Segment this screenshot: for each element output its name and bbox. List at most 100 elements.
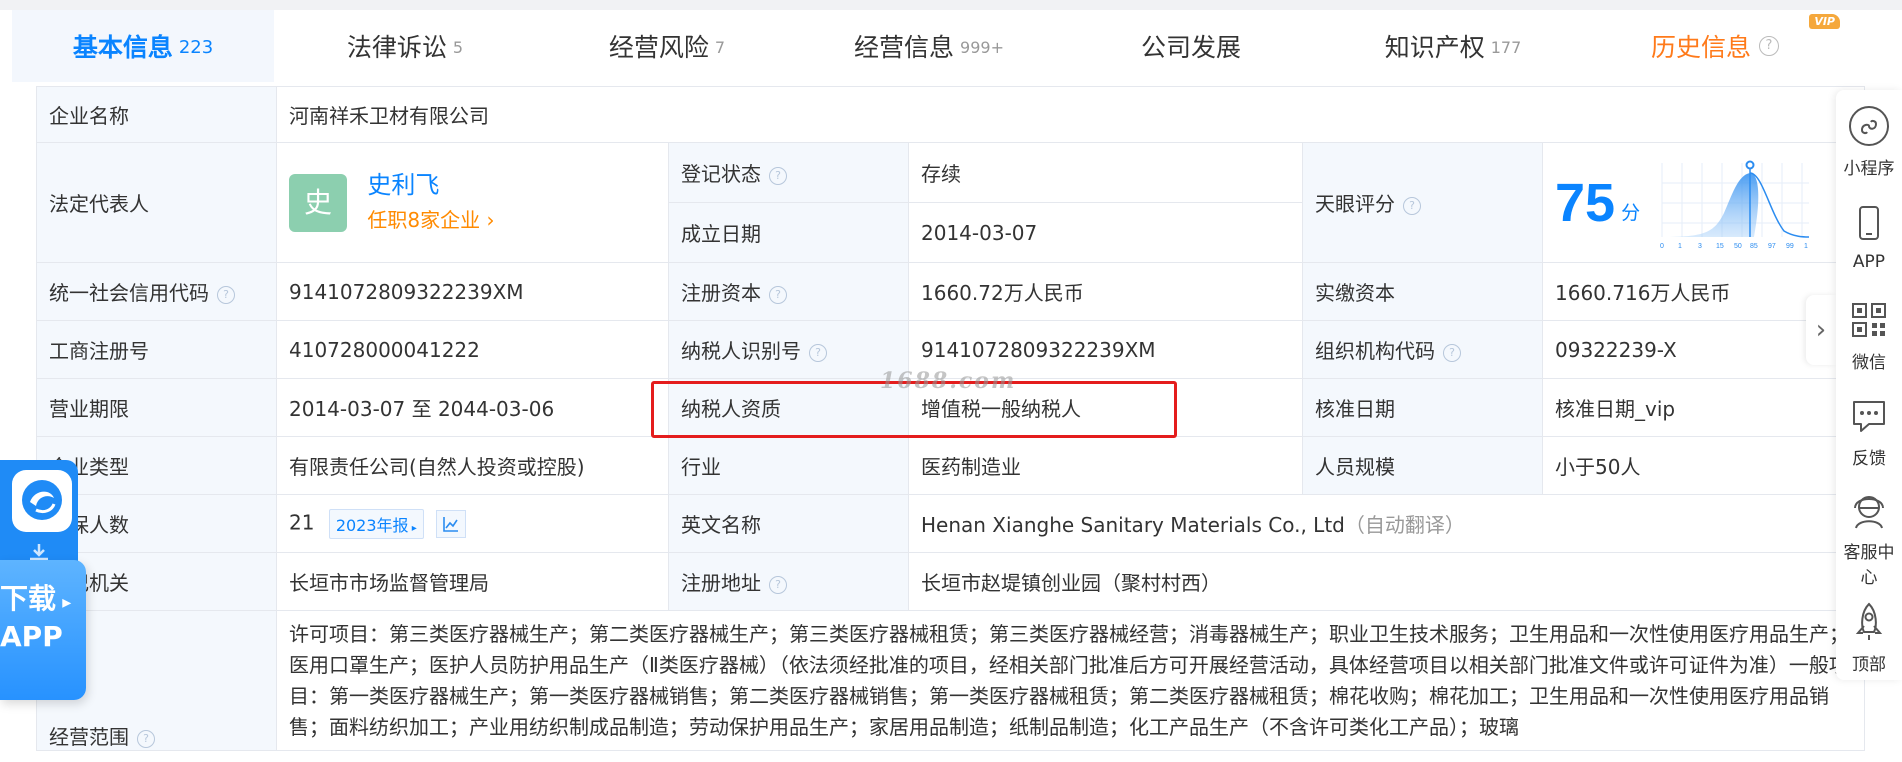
phone-icon [1859, 206, 1879, 240]
help-icon[interactable]: ? [769, 166, 787, 185]
label-address: 注册地址? [668, 552, 909, 611]
label-text: 登记状态 [681, 162, 761, 186]
biz-no-value[interactable]: 410728000041222 [276, 320, 669, 379]
help-icon[interactable]: ? [217, 285, 235, 304]
sidebar-item-label: 客服中心 [1843, 543, 1895, 588]
sidebar-item-service[interactable]: 客服中心 [1836, 488, 1902, 588]
tab-basic-info[interactable]: 基本信息 223 [12, 10, 274, 82]
annual-report-label: 2023年报 [335, 515, 409, 535]
download-arrow-icon [30, 544, 48, 561]
tab-legal[interactable]: 法律诉讼 5 [274, 10, 536, 82]
label-reg-capital: 注册资本? [668, 262, 909, 321]
tab-count: 5 [452, 37, 464, 57]
label-term: 营业期限 [36, 378, 277, 437]
tab-count: 177 [1490, 37, 1522, 57]
table-row: 法定代表人 史 史利飞 任职8家企业 › 登记状态? 存续 天眼评分? 75 分 [36, 142, 1865, 263]
auto-translate-note: （自动翻译） [1344, 513, 1465, 537]
score-curve-chart: 0 1 3 15 50 85 97 99 1 [1660, 160, 1810, 250]
scope-value: 许可项目：第三类医疗器械生产；第二类医疗器械生产；第三类医疗器械租赁；第三类医疗… [276, 610, 1865, 751]
tab-ip[interactable]: 知识产权 177 [1322, 10, 1584, 82]
label-score: 天眼评分? [1302, 142, 1543, 263]
sidebar-item-mini-program[interactable]: 小程序 [1836, 104, 1902, 179]
tab-label: 公司发展 [1140, 33, 1241, 62]
score-cell[interactable]: 75 分 0 1 3 15 50 85 97 99 1 [1542, 142, 1865, 263]
label-staff-size: 人员规模 [1302, 436, 1543, 495]
help-icon[interactable]: ? [769, 575, 787, 594]
insured-value: 21 [289, 510, 315, 534]
label-english-name: 英文名称 [668, 494, 909, 553]
sidebar-item-feedback[interactable]: 反馈 [1836, 394, 1902, 469]
tab-history[interactable]: VIP 历史信息 ? [1584, 10, 1846, 82]
avatar[interactable]: 史 [289, 173, 347, 232]
label-text: 注册资本 [681, 281, 761, 305]
score-axis-tick: 85 [1750, 243, 1758, 250]
score-axis-tick: 99 [1786, 243, 1794, 250]
app-logo [12, 470, 72, 532]
score-axis-tick: 15 [1716, 243, 1724, 250]
sidebar-item-wechat[interactable]: 微信 [1836, 298, 1902, 373]
download-app-widget[interactable]: 下载 ▸ APP [0, 460, 90, 700]
right-sidebar: 小程序 APP 微信 反馈 客服中心 顶部 [1836, 90, 1902, 680]
sidebar-item-label: 微信 [1852, 353, 1886, 373]
chevron-right-icon: › [1815, 315, 1827, 345]
qr-code-icon [1852, 303, 1886, 337]
tab-label: 经营信息 [854, 33, 955, 62]
tab-development[interactable]: 公司发展 [1060, 10, 1322, 82]
staff-size-value: 小于50人 [1542, 436, 1865, 495]
tab-label: 经营风险 [608, 33, 709, 62]
help-icon[interactable]: ? [1403, 196, 1421, 215]
legal-rep-name[interactable]: 史利飞 [367, 171, 439, 199]
label-paid-capital: 实缴资本 [1302, 262, 1543, 321]
table-row: 登记机关 长垣市市场监督管理局 注册地址? 长垣市赵堤镇创业园（聚村村西） [36, 552, 1865, 611]
term-value: 2014-03-07 至 2044-03-06 [276, 378, 669, 437]
app-logo-icon [22, 480, 62, 520]
score-display: 75 分 0 1 3 15 50 85 97 99 1 [1555, 153, 1852, 253]
watermark: 1688.com [880, 368, 1017, 394]
sidebar-item-back-to-top[interactable]: 顶部 [1836, 600, 1902, 675]
company-type-value: 有限责任公司(自然人投资或控股) [276, 436, 669, 495]
headset-icon [1854, 496, 1884, 529]
table-row: 经营范围? 许可项目：第三类医疗器械生产；第二类医疗器械生产；第三类医疗器械租赁… [36, 610, 1865, 751]
trend-chart-button[interactable] [436, 509, 467, 538]
sidebar-collapse-button[interactable]: › [1806, 295, 1836, 365]
score-axis-tick: 97 [1768, 243, 1776, 250]
label-biz-no: 工商注册号 [36, 320, 277, 379]
label-text: 经营范围 [49, 725, 129, 749]
sidebar-item-app[interactable]: APP [1836, 202, 1902, 272]
annual-report-button[interactable]: 2023年报 ▸ [328, 508, 424, 539]
caret-right-icon: ▸ [408, 522, 417, 534]
tab-business[interactable]: 经营信息 999+ [798, 10, 1060, 82]
insured-cell: 21 2023年报 ▸ [276, 494, 669, 553]
table-row: 参保人数 21 2023年报 ▸ 英文名称 Henan Xianghe Sani… [36, 494, 1865, 553]
credit-code-value[interactable]: 9141072809322239XM [276, 262, 669, 321]
tab-bar: 基本信息 223 法律诉讼 5 经营风险 7 经营信息 999+ 公司发展 知识… [12, 10, 1892, 82]
legal-rep-cell: 史 史利飞 任职8家企业 › [276, 142, 669, 263]
help-icon[interactable]: ? [1443, 343, 1461, 362]
score-axis-tick: 0 [1660, 243, 1664, 250]
help-icon[interactable]: ? [1759, 36, 1779, 56]
rocket-icon [1855, 602, 1883, 640]
top-strip [0, 0, 1902, 10]
company-name: 河南祥禾卫材有限公司 [276, 86, 1865, 143]
label-tax-qualification: 纳税人资质 [668, 378, 909, 437]
help-icon[interactable]: ? [137, 729, 155, 748]
founded-value: 2014-03-07 [908, 202, 1303, 263]
label-text: 统一社会信用代码 [49, 281, 209, 305]
label-text: 注册地址 [681, 571, 761, 595]
company-info-table: 企业名称 河南祥禾卫材有限公司 法定代表人 史 史利飞 任职8家企业 › 登记状… [36, 86, 1865, 751]
english-name-value: Henan Xianghe Sanitary Materials Co., Lt… [921, 513, 1345, 537]
legal-rep-positions-link[interactable]: 任职8家企业 › [367, 208, 494, 232]
label-legal-rep: 法定代表人 [36, 142, 277, 263]
help-icon[interactable]: ? [809, 343, 827, 362]
tab-risk[interactable]: 经营风险 7 [536, 10, 798, 82]
label-text: 纳税人识别号 [681, 339, 801, 363]
download-app-text: 下载 ▸ APP [0, 582, 86, 654]
label-org-code: 组织机构代码? [1302, 320, 1543, 379]
help-icon[interactable]: ? [769, 285, 787, 304]
tab-label: 知识产权 [1384, 33, 1485, 62]
score-axis-tick: 1 [1804, 243, 1808, 250]
mini-program-icon [1849, 106, 1889, 146]
label-text: 天眼评分 [1315, 192, 1395, 216]
label-founded: 成立日期 [668, 202, 909, 263]
tab-label: 历史信息 [1650, 33, 1751, 62]
